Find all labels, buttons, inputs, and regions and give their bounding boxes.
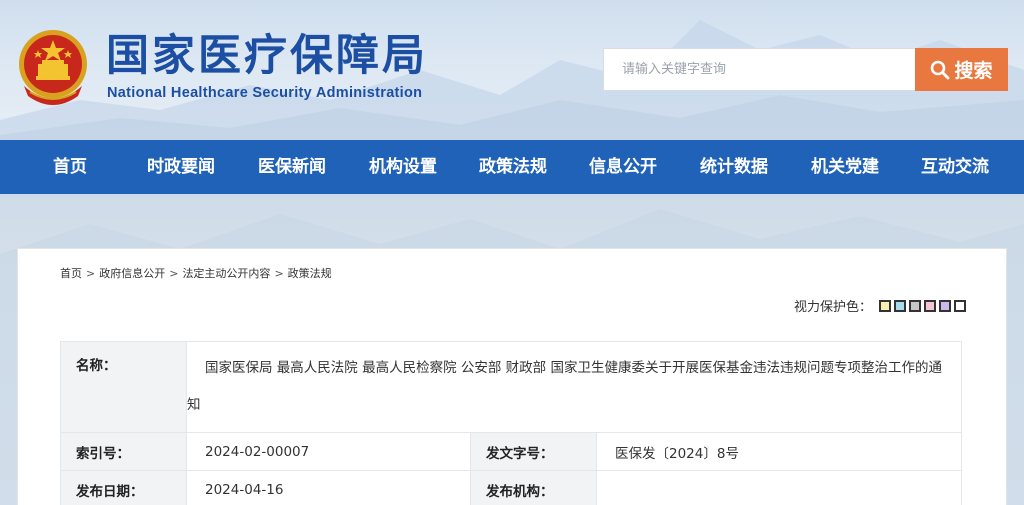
vision-swatch-blue[interactable] xyxy=(894,299,906,312)
meta-name-value: 国家医保局 最高人民法院 最高人民检察院 公安部 财政部 国家卫生健康委关于开展… xyxy=(186,341,962,433)
meta-index-value: 2024-02-00007 xyxy=(186,432,471,471)
nav-item-info-disclosure[interactable]: 信息公开 xyxy=(582,140,664,194)
vision-swatch-purple[interactable] xyxy=(939,299,951,312)
breadcrumb-current[interactable]: 政策法规 xyxy=(288,265,332,281)
content-panel: 首页 > 政府信息公开 > 法定主动公开内容 > 政策法规 视力保护色： 名称：… xyxy=(17,248,1007,505)
meta-row-index: 索引号： 2024-02-00007 发文字号： 医保发〔2024〕8号 xyxy=(60,432,962,471)
nav-item-interaction[interactable]: 互动交流 xyxy=(886,140,1024,194)
search-button-label: 搜索 xyxy=(954,60,993,82)
document-meta-table: 名称： 国家医保局 最高人民法院 最高人民检察院 公安部 财政部 国家卫生健康委… xyxy=(60,341,962,505)
site-title[interactable]: 国家医疗保障局 xyxy=(106,30,428,82)
site-header: 国家医疗保障局 National Healthcare Security Adm… xyxy=(0,0,1024,140)
meta-row-date: 发布日期： 2024-04-16 发布机构： xyxy=(60,470,962,505)
nav-item-news-politics[interactable]: 时政要闻 xyxy=(140,140,222,194)
nav-item-party-building[interactable]: 机关党建 xyxy=(804,140,886,194)
breadcrumb-info-disclosure[interactable]: 政府信息公开 xyxy=(99,265,165,281)
search-button[interactable]: 搜索 xyxy=(915,48,1008,91)
main-nav: 首页 时政要闻 医保新闻 机构设置 政策法规 信息公开 统计数据 机关党建 互动… xyxy=(0,140,1024,194)
vision-swatch-pink[interactable] xyxy=(924,299,936,312)
national-emblem-icon xyxy=(14,26,92,108)
breadcrumb-separator: > xyxy=(169,266,179,280)
meta-index-label: 索引号： xyxy=(60,432,187,471)
search-icon xyxy=(931,60,950,79)
search-input[interactable] xyxy=(604,49,916,90)
vision-swatch-yellow[interactable] xyxy=(879,299,891,312)
meta-org-value xyxy=(596,470,962,505)
site-subtitle: National Healthcare Security Administrat… xyxy=(107,85,423,101)
meta-date-value: 2024-04-16 xyxy=(186,470,471,505)
nav-item-organization[interactable]: 机构设置 xyxy=(362,140,444,194)
meta-date-label: 发布日期： xyxy=(60,470,187,505)
nav-item-statistics[interactable]: 统计数据 xyxy=(664,140,804,194)
meta-doc-no-label: 发文字号： xyxy=(470,432,597,471)
breadcrumb-separator: > xyxy=(86,266,96,280)
breadcrumb-home[interactable]: 首页 xyxy=(60,265,82,281)
vision-protection-colors: 视力保护色： xyxy=(794,296,966,315)
meta-doc-no-value: 医保发〔2024〕8号 xyxy=(596,432,962,471)
nav-item-home[interactable]: 首页 xyxy=(0,140,140,194)
vision-swatch-white[interactable] xyxy=(954,299,966,312)
meta-row-name: 名称： 国家医保局 最高人民法院 最高人民检察院 公安部 财政部 国家卫生健康委… xyxy=(60,341,962,433)
meta-org-label: 发布机构： xyxy=(470,470,597,505)
vision-label: 视力保护色： xyxy=(793,300,872,315)
breadcrumb: 首页 > 政府信息公开 > 法定主动公开内容 > 政策法规 xyxy=(60,265,332,281)
nav-item-policies[interactable]: 政策法规 xyxy=(444,140,582,194)
vision-swatch-gray[interactable] xyxy=(909,299,921,312)
meta-name-label: 名称： xyxy=(60,341,187,433)
nav-item-medical-insurance-news[interactable]: 医保新闻 xyxy=(222,140,362,194)
breadcrumb-separator: > xyxy=(274,266,284,280)
search-box xyxy=(603,48,916,91)
breadcrumb-statutory-content[interactable]: 法定主动公开内容 xyxy=(182,265,270,281)
